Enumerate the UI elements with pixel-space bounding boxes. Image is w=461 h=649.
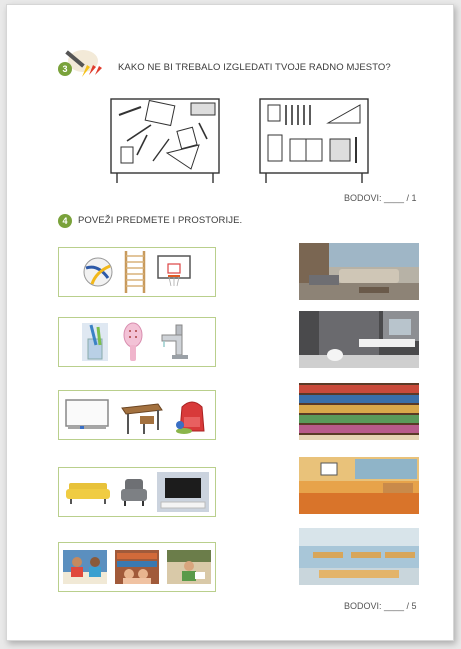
worksheet-page: 3 KAKO NE BI TREBALO IZGLEDATI TVOJE RAD…: [6, 4, 454, 641]
room-photo-bathroom[interactable]: [299, 311, 419, 368]
question-3-text: KAKO NE BI TREBALO IZGLEDATI TVOJE RADNO…: [118, 62, 391, 73]
messy-desk-sketch: [110, 98, 220, 183]
objects-box-library[interactable]: [58, 542, 216, 592]
room-photo-living-room[interactable]: [299, 243, 419, 300]
question-number-3: 3: [58, 62, 72, 76]
child-reading-photo: [167, 550, 211, 584]
tidy-desk-sketch: [259, 98, 369, 183]
objects-box-living-room[interactable]: [58, 467, 216, 517]
wall-bars-icon: [124, 251, 146, 293]
children-reading-photo: [63, 550, 107, 584]
tv-stand-icon: [157, 472, 209, 512]
room-photo-gym[interactable]: [299, 457, 419, 514]
faucet-icon: [161, 324, 188, 359]
library-children-photo: [115, 550, 159, 584]
objects-box-sports[interactable]: [58, 247, 216, 297]
whiteboard-icon: [65, 399, 109, 429]
objects-box-classroom[interactable]: [58, 390, 216, 440]
toothbrush-glass-icon: [82, 323, 108, 361]
school-backpack-icon: [176, 401, 205, 434]
hairbrush-icon: [123, 322, 143, 361]
question-number-4: 4: [58, 214, 72, 228]
school-desk-icon: [121, 403, 163, 434]
basketball-hoop-icon: [157, 255, 191, 287]
task-3-score: BODOVI: ____ / 1: [344, 193, 417, 203]
yellow-sofa-icon: [66, 483, 110, 504]
volleyball-icon: [83, 257, 113, 287]
room-photo-classroom[interactable]: [299, 528, 419, 585]
task-4-score: BODOVI: ____ / 5: [344, 601, 417, 611]
objects-box-bathroom[interactable]: [58, 317, 216, 367]
room-photo-library[interactable]: [299, 383, 419, 440]
grey-armchair-icon: [121, 479, 147, 506]
question-4-text: POVEŽI PREDMETE I PROSTORIJE.: [78, 215, 243, 226]
